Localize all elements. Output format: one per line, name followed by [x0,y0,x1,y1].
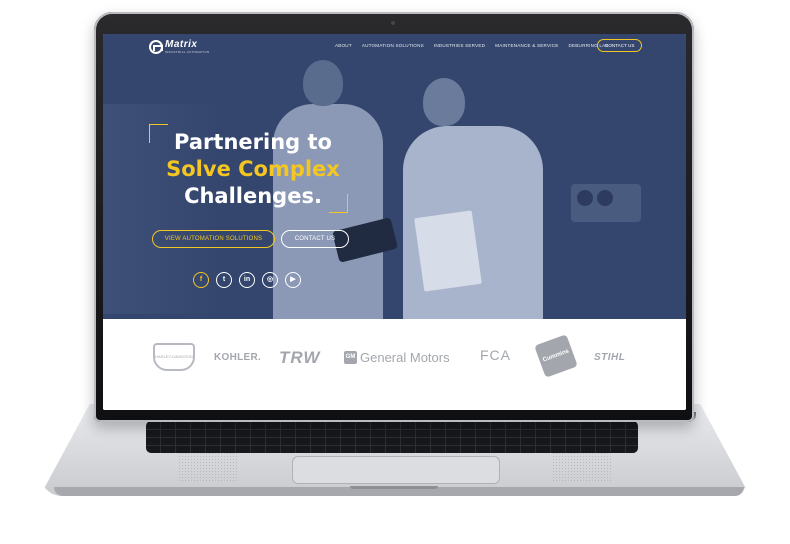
gm-wordmark: General Motors [360,350,450,365]
camera-icon [391,21,395,25]
hero-headline: Partnering to Solve Complex Challenges. [133,129,373,210]
site-logo[interactable]: Matrix INDUSTRIAL AUTOMATION [149,40,209,54]
fca-logo: FCA [480,347,511,363]
facebook-icon[interactable]: f [193,272,209,288]
youtube-icon[interactable]: ▶ [285,272,301,288]
harley-davidson-logo: HARLEY-DAVIDSON [153,343,195,371]
hero-section: Matrix INDUSTRIAL AUTOMATION ABOUT AUTOM… [103,34,686,319]
kohler-logo: KOHLER. [214,352,262,363]
nav-links: ABOUT AUTOMATION SOLUTIONS INDUSTRIES SE… [335,43,609,48]
speaker-left [178,452,238,482]
trw-logo: TRW [279,348,321,367]
view-automation-solutions-button[interactable]: VIEW AUTOMATION SOLUTIONS [152,230,275,248]
nav-link-automation-solutions[interactable]: AUTOMATION SOLUTIONS [362,43,424,48]
gm-mark-icon: GM [344,351,357,364]
instagram-icon[interactable]: ◎ [262,272,278,288]
headline-line-1: Partnering to [174,130,332,154]
twitter-icon[interactable]: t [216,272,232,288]
social-links: f t in ◎ ▶ [193,272,301,288]
headline-line-2: Solve Complex [166,157,340,181]
cummins-logo: Cummins [534,334,578,378]
top-navigation: Matrix INDUSTRIAL AUTOMATION ABOUT AUTOM… [103,34,686,60]
hero-photo-person-head [423,78,465,126]
nav-contact-button[interactable]: CONTACT US [597,39,643,52]
nav-link-about[interactable]: ABOUT [335,43,352,48]
laptop-mockup: Matrix INDUSTRIAL AUTOMATION ABOUT AUTOM… [0,0,790,544]
linkedin-icon[interactable]: in [239,272,255,288]
keyboard [146,421,638,453]
logo-name: Matrix [165,39,198,50]
trackpad [292,456,500,484]
client-logo-strip: HARLEY-DAVIDSON KOHLER. TRW GM General M… [103,319,686,410]
background-gauge [577,190,593,206]
website-screen: Matrix INDUSTRIAL AUTOMATION ABOUT AUTOM… [103,34,686,410]
nav-link-maintenance-service[interactable]: MAINTENANCE & SERVICE [495,43,558,48]
background-gauge [597,190,613,206]
hero-photo-person-head [303,60,343,106]
contact-us-button[interactable]: CONTACT US [281,230,349,248]
headline-line-3: Challenges. [184,184,322,208]
logo-tagline: INDUSTRIAL AUTOMATION [165,50,210,54]
laptop-notch [350,486,438,489]
laptop-lid: Matrix INDUSTRIAL AUTOMATION ABOUT AUTOM… [94,12,694,422]
speaker-right [552,452,612,482]
nav-link-industries-served[interactable]: INDUSTRIES SERVED [434,43,485,48]
general-motors-logo: GM General Motors [344,350,450,365]
stihl-logo: STIHL [594,352,626,363]
matrix-logo-icon [149,40,163,54]
hero-photo-binder [414,210,482,292]
